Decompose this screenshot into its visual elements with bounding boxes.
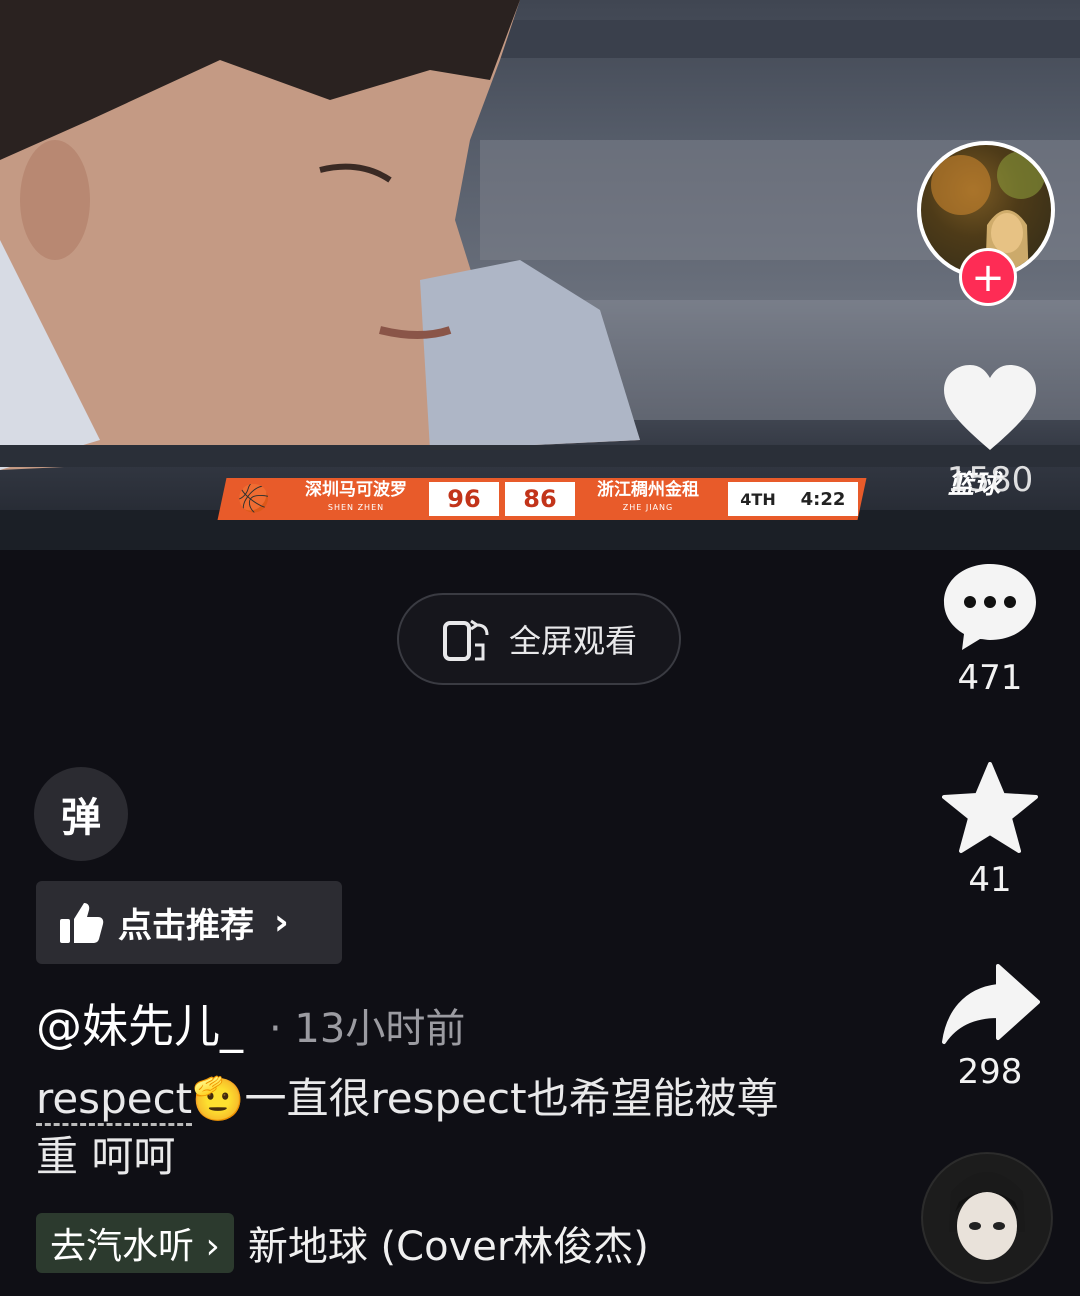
away-team: 浙江稠州金租 ZHE JIANG <box>597 480 699 512</box>
danmaku-label: 弹 <box>61 795 101 841</box>
post-meta: @妹先儿_ · 13小时前 <box>36 990 465 1056</box>
fullscreen-button[interactable]: 全屏观看 <box>397 593 681 685</box>
post-time: · 13小时前 <box>269 1006 466 1052</box>
comment-button[interactable]: 471 <box>930 560 1050 698</box>
hashtag-respect[interactable]: respect <box>36 1074 193 1126</box>
share-icon <box>942 964 1040 1044</box>
favorite-button[interactable]: 41 <box>930 762 1050 900</box>
music-row[interactable]: 去汽水听 › 新地球 (Cover林俊杰) <box>36 1213 649 1273</box>
game-period: 4TH <box>728 482 788 516</box>
salute-emoji: 🫡 <box>192 1074 245 1123</box>
star-icon <box>942 762 1038 853</box>
author-name[interactable]: @妹先儿_ <box>36 990 243 1056</box>
game-clock: 4:22 <box>788 482 858 516</box>
fullscreen-label: 全屏观看 <box>508 622 637 660</box>
music-disc[interactable] <box>921 1152 1053 1284</box>
like-button[interactable] <box>930 362 1050 458</box>
danmaku-button[interactable]: 弹 <box>34 767 128 861</box>
follow-button[interactable]: + <box>959 248 1017 306</box>
chevron-right-icon: › <box>274 902 289 943</box>
like-count: 1580 <box>946 460 1034 500</box>
comment-count: 471 <box>957 658 1023 698</box>
post-caption: respect🫡一直很respect也希望能被尊重 呵呵 <box>36 1070 796 1186</box>
share-button[interactable]: 298 <box>930 962 1050 1092</box>
home-score: 96 <box>429 482 499 516</box>
heart-icon <box>944 365 1036 450</box>
favorite-count: 41 <box>968 860 1012 900</box>
away-score: 86 <box>505 482 575 516</box>
video-player[interactable]: 🏀 深圳马可波罗 SHEN ZHEN 96 86 浙江稠州金租 ZHE JIAN… <box>0 0 1080 550</box>
rotate-screen-icon <box>442 619 489 661</box>
recommend-button[interactable]: 点击推荐 › <box>36 881 342 964</box>
scoreboard: 🏀 深圳马可波罗 SHEN ZHEN 96 86 浙江稠州金租 ZHE JIAN… <box>217 478 867 520</box>
home-team: 深圳马可波罗 SHEN ZHEN <box>305 480 407 512</box>
music-cover-image <box>923 1154 1051 1282</box>
listen-on-qishui-button[interactable]: 去汽水听 › <box>36 1213 234 1273</box>
comment-icon <box>944 564 1036 650</box>
song-title: 新地球 (Cover林俊杰) <box>247 1224 649 1270</box>
share-count: 298 <box>957 1052 1023 1092</box>
court-rail <box>0 445 1080 467</box>
thumbs-up-icon <box>60 902 104 943</box>
recommend-label: 点击推荐 <box>118 906 254 946</box>
player-face-image <box>0 0 640 470</box>
basketball-icon: 🏀 <box>237 484 271 514</box>
